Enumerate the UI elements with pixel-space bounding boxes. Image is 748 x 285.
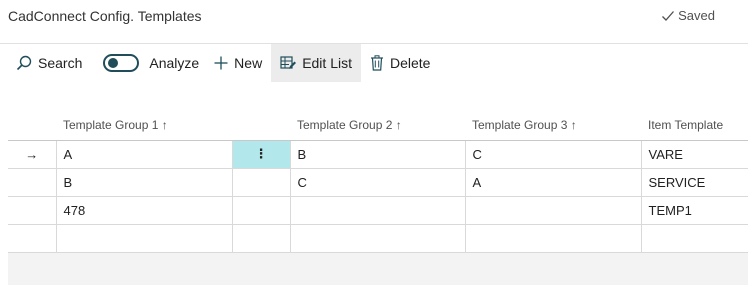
cell-item-template[interactable]: TEMP1: [640, 196, 748, 225]
saved-status: Saved: [661, 8, 715, 23]
arrow-right-icon: →: [8, 140, 57, 169]
cell-template-group-1[interactable]: A: [55, 140, 233, 169]
row-menu-cell[interactable]: [231, 168, 291, 197]
templates-table: Template Group 1 ↑ Template Group 2 ↑ Te…: [8, 110, 748, 253]
row-menu-cell[interactable]: [231, 196, 291, 225]
grid-footer: [8, 253, 748, 285]
cell-template-group-3[interactable]: C: [464, 140, 642, 169]
cell-template-group-3[interactable]: A: [464, 168, 642, 197]
row-menu-column-header: [232, 110, 290, 141]
cell-item-template[interactable]: SERVICE: [640, 168, 748, 197]
column-header-item-template[interactable]: Item Template: [641, 110, 748, 141]
row-menu-cell[interactable]: [231, 224, 291, 253]
row-indicator: [8, 224, 57, 253]
header-row: Template Group 1 ↑ Template Group 2 ↑ Te…: [8, 110, 748, 141]
analyze-switch[interactable]: [103, 54, 140, 72]
row-indicator: [8, 196, 57, 225]
cell-template-group-3[interactable]: [464, 196, 642, 225]
page-header: CadConnect Config. Templates Saved: [0, 0, 748, 34]
edit-list-icon: [280, 56, 297, 69]
checkmark-icon: [662, 10, 675, 21]
delete-button[interactable]: Delete: [361, 44, 439, 82]
row-indicator: [8, 168, 57, 197]
toggle-knob: [108, 58, 119, 68]
cell-item-template[interactable]: [640, 224, 748, 253]
table-row[interactable]: B C A SERVICE: [8, 168, 748, 197]
indicator-column-header: [8, 110, 56, 141]
edit-list-button[interactable]: Edit List: [271, 44, 361, 82]
row-menu-button[interactable]: ⋮: [231, 140, 291, 169]
trash-icon: [371, 55, 383, 71]
search-icon: [16, 55, 32, 71]
table-row[interactable]: → A ⋮ B C VARE: [8, 140, 748, 169]
cell-template-group-1[interactable]: 478: [55, 196, 233, 225]
new-label: New: [234, 55, 263, 71]
analyze-label: Analyze: [149, 55, 200, 71]
cell-template-group-2[interactable]: B: [289, 140, 466, 169]
cell-template-group-2[interactable]: C: [289, 168, 466, 197]
cell-template-group-2[interactable]: [289, 224, 466, 253]
search-label: Search: [38, 55, 83, 71]
cell-template-group-1[interactable]: [55, 224, 233, 253]
column-header-template-group-2[interactable]: Template Group 2 ↑: [290, 110, 465, 141]
page-title: CadConnect Config. Templates: [8, 8, 202, 24]
column-header-template-group-3[interactable]: Template Group 3 ↑: [465, 110, 641, 141]
table-row[interactable]: [8, 224, 748, 253]
delete-label: Delete: [390, 55, 431, 71]
cell-item-template[interactable]: VARE: [640, 140, 748, 169]
search-button[interactable]: Search: [0, 44, 91, 82]
action-bar: Search Analyze New Edit List Delete: [0, 44, 748, 82]
new-button[interactable]: New: [208, 44, 271, 82]
templates-grid: Template Group 1 ↑ Template Group 2 ↑ Te…: [8, 110, 748, 253]
edit-list-label: Edit List: [302, 55, 352, 71]
column-header-template-group-1[interactable]: Template Group 1 ↑: [56, 110, 232, 141]
cell-template-group-3[interactable]: [464, 224, 642, 253]
table-row[interactable]: 478 TEMP1: [8, 196, 748, 225]
cell-template-group-2[interactable]: [289, 196, 466, 225]
analyze-toggle[interactable]: Analyze: [91, 44, 208, 82]
cell-template-group-1[interactable]: B: [55, 168, 233, 197]
saved-label: Saved: [678, 8, 715, 23]
plus-icon: [214, 56, 228, 70]
